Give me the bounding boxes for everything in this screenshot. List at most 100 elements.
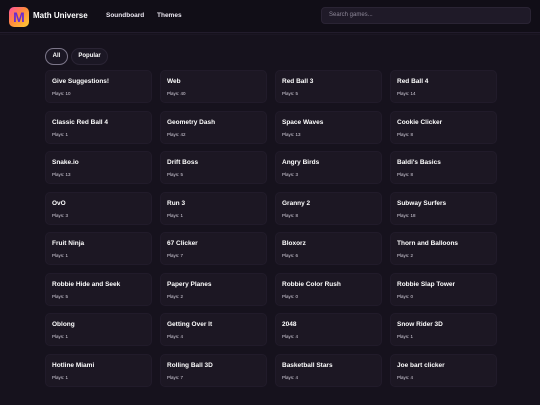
game-card[interactable]: Snow Rider 3D Plays: 1 xyxy=(390,313,497,346)
game-play-count: Plays: 2 xyxy=(397,253,414,258)
game-title: Getting Over It xyxy=(167,321,213,328)
game-title: Robbie Slap Tower xyxy=(397,280,456,288)
game-title: Bloxorz xyxy=(282,240,306,247)
game-card[interactable]: Web Plays: 40 xyxy=(160,70,267,103)
game-play-count: Plays: 18 xyxy=(397,212,416,218)
app-logo[interactable]: M xyxy=(9,7,29,27)
game-play-count: Plays: 7 xyxy=(167,253,184,258)
game-card[interactable]: Angry Birds Plays: 3 xyxy=(275,151,382,184)
top-navigation-bar: M Math Universe Soundboard Themes Search… xyxy=(0,0,540,33)
game-card[interactable]: Space Waves Plays: 13 xyxy=(275,110,382,144)
game-card[interactable]: Granny 2 Plays: 8 xyxy=(275,191,382,225)
game-card[interactable]: Snake.io Plays: 13 xyxy=(45,151,152,184)
header-divider xyxy=(0,34,540,35)
game-play-count: Plays: 40 xyxy=(167,91,186,96)
game-card[interactable]: Rolling Ball 3D Plays: 7 xyxy=(160,353,267,387)
game-title: Run 3 xyxy=(167,199,186,207)
game-title: Snow Rider 3D xyxy=(397,321,443,328)
game-play-count: Plays: 13 xyxy=(282,131,301,137)
search-input[interactable]: Search games... xyxy=(321,7,531,24)
game-title: Robbie Hide and Seek xyxy=(52,280,121,288)
game-card[interactable]: Thorn and Balloons Plays: 2 xyxy=(390,232,497,265)
game-title: Red Ball 3 xyxy=(282,78,314,85)
game-play-count: Plays: 1 xyxy=(52,253,69,258)
logo-glyph: M xyxy=(13,9,25,25)
game-title: Space Waves xyxy=(282,118,324,126)
game-play-count: Plays: 1 xyxy=(52,131,69,137)
game-card[interactable]: Run 3 Plays: 1 xyxy=(160,191,267,225)
game-title: Thorn and Balloons xyxy=(397,240,459,247)
game-title: Papery Planes xyxy=(167,280,212,288)
game-card[interactable]: OvO Plays: 3 xyxy=(45,191,152,225)
game-title: Web xyxy=(167,78,181,85)
game-play-count: Plays: 5 xyxy=(282,91,299,96)
game-play-count: Plays: 4 xyxy=(167,334,184,339)
game-play-count: Plays: 4 xyxy=(282,374,299,380)
game-play-count: Plays: 5 xyxy=(52,293,69,299)
game-card[interactable]: Red Ball 3 Plays: 5 xyxy=(275,70,382,103)
game-card[interactable]: Papery Planes Plays: 2 xyxy=(160,272,267,306)
game-card[interactable]: Fruit Ninja Plays: 1 xyxy=(45,232,152,265)
game-play-count: Plays: 10 xyxy=(52,91,71,96)
game-title: Joe bart clicker xyxy=(397,361,445,369)
game-title: Geometry Dash xyxy=(167,118,216,126)
game-card[interactable]: Robbie Slap Tower Plays: 0 xyxy=(390,272,497,306)
game-card[interactable]: Hotline Miami Plays: 1 xyxy=(45,353,152,387)
game-card[interactable]: Bloxorz Plays: 6 xyxy=(275,232,382,265)
game-title: Baldi's Basics xyxy=(397,159,441,166)
game-card[interactable]: Robbie Color Rush Plays: 0 xyxy=(275,272,382,306)
game-title: Snake.io xyxy=(52,159,79,166)
game-card[interactable]: Robbie Hide and Seek Plays: 5 xyxy=(45,272,152,306)
game-title: Granny 2 xyxy=(282,199,311,207)
game-title: Subway Surfers xyxy=(397,199,447,207)
game-play-count: Plays: 3 xyxy=(52,212,69,218)
game-card[interactable]: Cookie Clicker Plays: 8 xyxy=(390,110,497,144)
game-card[interactable]: Red Ball 4 Plays: 14 xyxy=(390,70,497,103)
game-play-count: Plays: 4 xyxy=(397,374,414,380)
game-play-count: Plays: 3 xyxy=(282,172,299,177)
game-title: Fruit Ninja xyxy=(52,240,85,247)
game-card[interactable]: Basketball Stars Plays: 4 xyxy=(275,353,382,387)
game-title: Cookie Clicker xyxy=(397,118,443,126)
game-card[interactable]: Subway Surfers Plays: 18 xyxy=(390,191,497,225)
game-card[interactable]: Classic Red Ball 4 Plays: 1 xyxy=(45,110,152,144)
game-play-count: Plays: 2 xyxy=(167,293,184,299)
game-title: Hotline Miami xyxy=(52,361,95,369)
game-play-count: Plays: 14 xyxy=(397,91,416,96)
nav-link-soundboard[interactable]: Soundboard xyxy=(106,12,144,19)
game-play-count: Plays: 1 xyxy=(167,212,184,218)
game-play-count: Plays: 7 xyxy=(167,374,184,380)
game-card[interactable]: Give Suggestions! Plays: 10 xyxy=(45,70,152,103)
game-card[interactable]: Drift Boss Plays: 5 xyxy=(160,151,267,184)
game-play-count: Plays: 8 xyxy=(397,172,414,177)
game-title: Oblong xyxy=(52,321,75,328)
game-play-count: Plays: 1 xyxy=(397,334,414,339)
game-title: Classic Red Ball 4 xyxy=(52,118,108,126)
game-title: 2048 xyxy=(282,321,297,328)
game-title: Robbie Color Rush xyxy=(282,280,341,288)
filter-popular-button[interactable]: Popular xyxy=(71,48,108,65)
game-title: Basketball Stars xyxy=(282,361,333,369)
game-title: Rolling Ball 3D xyxy=(167,361,213,369)
game-card[interactable]: Baldi's Basics Plays: 8 xyxy=(390,151,497,184)
filter-all-button[interactable]: All xyxy=(45,48,68,65)
game-title: 67 Clicker xyxy=(167,240,198,247)
game-card[interactable]: Joe bart clicker Plays: 4 xyxy=(390,353,497,387)
game-card[interactable]: Oblong Plays: 1 xyxy=(45,313,152,346)
game-play-count: Plays: 0 xyxy=(282,293,299,299)
game-card[interactable]: Getting Over It Plays: 4 xyxy=(160,313,267,346)
game-title: Red Ball 4 xyxy=(397,78,429,85)
game-card[interactable]: 67 Clicker Plays: 7 xyxy=(160,232,267,265)
game-card[interactable]: 2048 Plays: 4 xyxy=(275,313,382,346)
game-title: OvO xyxy=(52,199,66,207)
game-play-count: Plays: 6 xyxy=(282,253,299,258)
nav-link-themes[interactable]: Themes xyxy=(157,12,182,19)
game-play-count: Plays: 0 xyxy=(397,293,414,299)
game-title: Angry Birds xyxy=(282,159,320,166)
game-play-count: Plays: 13 xyxy=(52,172,71,177)
game-card[interactable]: Geometry Dash Plays: 42 xyxy=(160,110,267,144)
brand-title[interactable]: Math Universe xyxy=(33,11,88,20)
search-placeholder: Search games... xyxy=(329,12,373,18)
game-play-count: Plays: 5 xyxy=(167,172,184,177)
game-play-count: Plays: 8 xyxy=(282,212,299,218)
